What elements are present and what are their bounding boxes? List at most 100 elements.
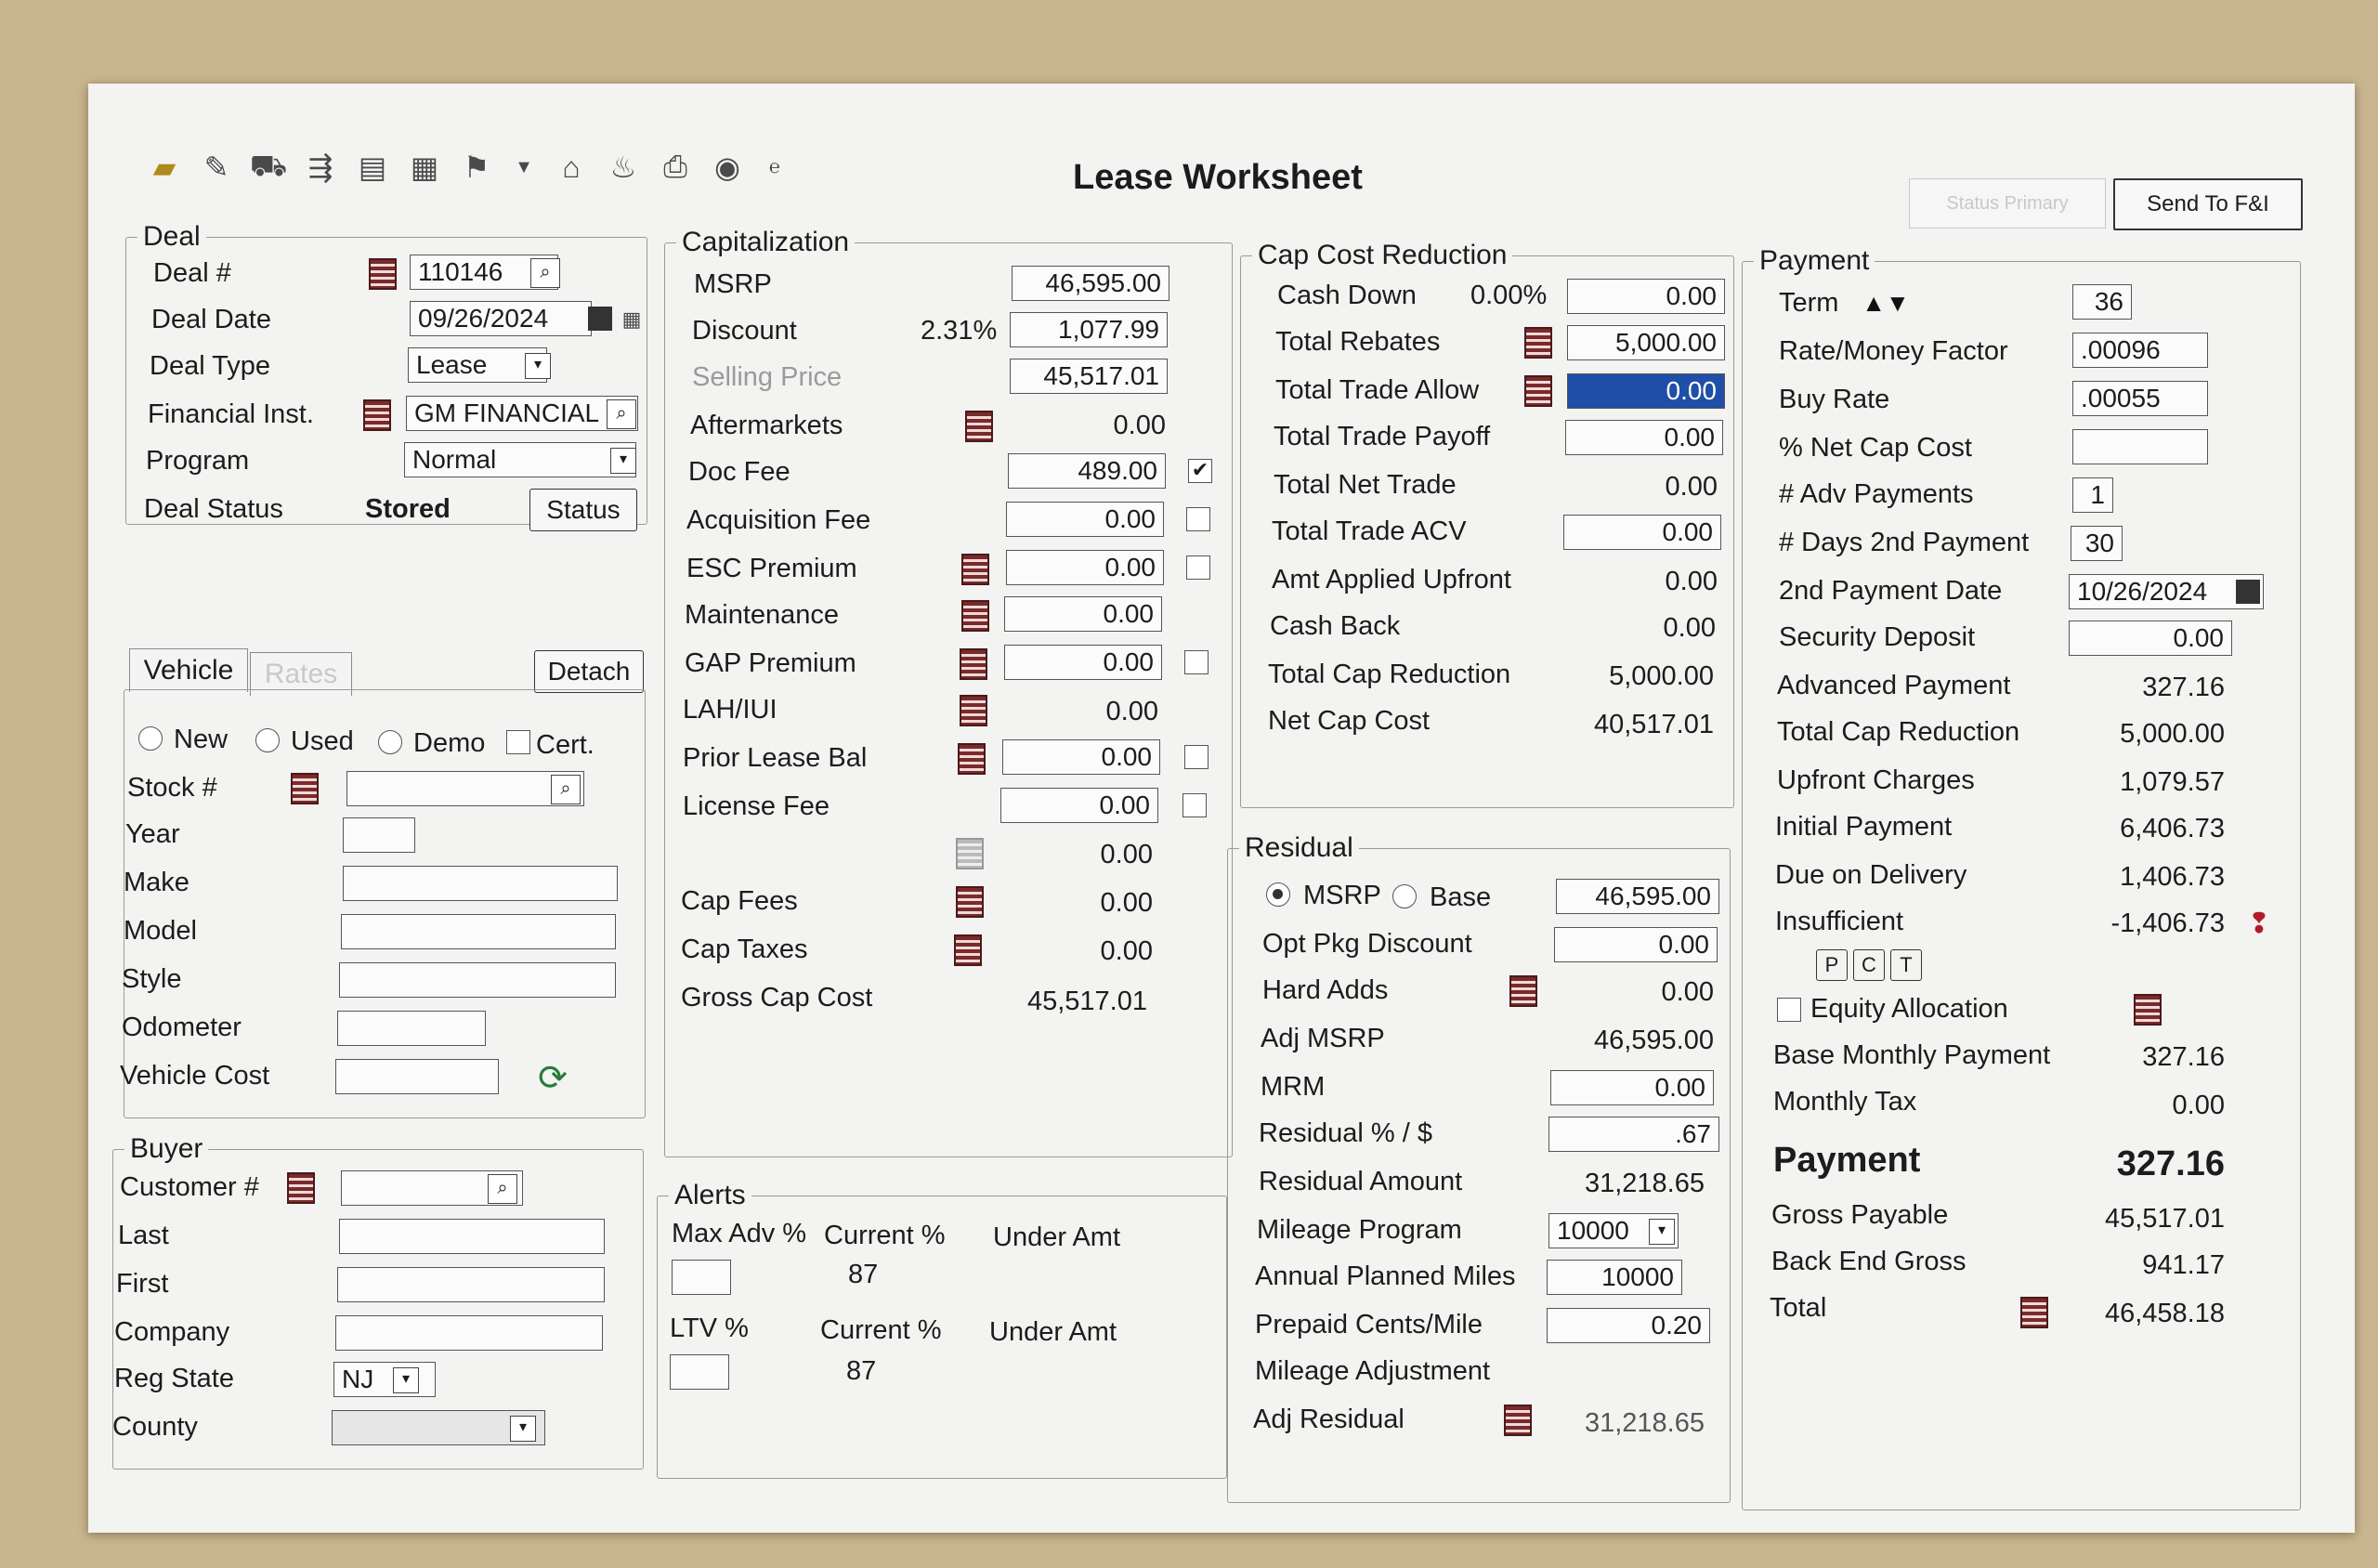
p-button[interactable]: P (1816, 949, 1848, 981)
refresh-icon[interactable]: ⟳ (532, 1057, 573, 1098)
total-trade-allow-input[interactable]: 0.00 (1567, 373, 1725, 409)
base-radio[interactable] (1392, 884, 1417, 908)
ledger-icon[interactable] (956, 886, 984, 918)
chevron-down-icon[interactable]: ▾ (525, 353, 551, 379)
search-icon[interactable]: ⌕ (488, 1174, 517, 1204)
prepaid-cents-input[interactable]: 0.20 (1547, 1308, 1710, 1343)
odometer-input[interactable] (337, 1011, 486, 1046)
residual-msrp-input[interactable]: 46,595.00 (1556, 879, 1719, 914)
style-input[interactable] (339, 962, 616, 998)
chevron-down-icon[interactable]: ▾ (393, 1367, 419, 1393)
ledger-icon[interactable] (960, 695, 987, 726)
search-icon[interactable]: ⌕ (607, 399, 636, 429)
ledger-icon[interactable] (369, 258, 397, 290)
acquisition-fee-input[interactable]: 0.00 (1006, 502, 1164, 537)
home-icon[interactable]: ⌂ (551, 147, 592, 188)
license-fee-checkbox[interactable] (1182, 793, 1207, 817)
status-primary-button[interactable]: Status Primary (1909, 178, 2106, 229)
ledger-icon[interactable] (291, 773, 319, 804)
cert-checkbox[interactable] (506, 730, 530, 754)
folder-icon[interactable]: ▰ (144, 147, 185, 188)
ledger-icon[interactable] (1524, 375, 1552, 407)
tab-vehicle[interactable]: Vehicle (129, 648, 248, 692)
acquisition-fee-checkbox[interactable] (1186, 507, 1210, 531)
send-to-fi-button[interactable]: Send To F&I (2113, 178, 2303, 230)
total-trade-payoff-input[interactable]: 0.00 (1565, 420, 1723, 455)
make-input[interactable] (343, 866, 618, 901)
gap-premium-input[interactable]: 0.00 (1004, 645, 1162, 680)
msrp-radio[interactable] (1266, 882, 1290, 907)
term-input[interactable]: 36 (2072, 284, 2132, 320)
total-trade-acv-input[interactable]: 0.00 (1563, 515, 1721, 550)
search-icon[interactable]: ⌕ (530, 258, 560, 288)
calendar-icon[interactable] (2236, 580, 2260, 604)
printer-icon[interactable]: ⎙ (655, 147, 696, 188)
financial-inst-input[interactable]: GM FINANCIAL (406, 396, 638, 431)
year-input[interactable] (343, 817, 415, 853)
signpost-icon[interactable]: ⇶ (300, 147, 341, 188)
search-icon[interactable]: ⌕ (551, 775, 581, 804)
prior-lease-bal-checkbox[interactable] (1184, 745, 1209, 769)
car-icon[interactable]: ⛟ (248, 147, 289, 188)
dropdown-arrow-icon[interactable]: ▼ (508, 147, 540, 188)
rate-money-factor-input[interactable]: .00096 (2072, 333, 2208, 368)
pin-icon[interactable]: ❢ (2243, 903, 2275, 944)
ledger-icon[interactable] (965, 411, 993, 442)
ledger-icon[interactable] (2134, 994, 2162, 1026)
chevron-down-icon[interactable]: ▾ (510, 1416, 536, 1442)
ledger-icon[interactable] (1504, 1405, 1532, 1436)
demo-radio[interactable] (378, 730, 402, 754)
prior-lease-bal-input[interactable]: 0.00 (1002, 739, 1160, 775)
chevron-down-icon[interactable]: ▾ (610, 448, 636, 474)
2nd-payment-date-input[interactable]: 10/26/2024 (2069, 574, 2264, 609)
calculator-icon[interactable]: ▦ (404, 147, 445, 188)
new-radio[interactable] (138, 726, 163, 751)
ec-icon[interactable]: ℮ (759, 147, 790, 188)
vehicle-cost-input[interactable] (335, 1059, 499, 1094)
term-up-down-icon[interactable]: ▲▼ (1853, 282, 1918, 323)
detach-button[interactable]: Detach (534, 650, 644, 693)
selling-price-input[interactable]: 45,517.01 (1010, 359, 1168, 394)
ledger-icon[interactable] (954, 934, 982, 966)
msrp-input[interactable]: 46,595.00 (1012, 266, 1169, 301)
doc-fee-checkbox[interactable]: ✔ (1188, 459, 1212, 483)
ledger-icon[interactable] (958, 743, 986, 775)
ledger-icon[interactable] (2020, 1297, 2048, 1328)
program-select[interactable]: Normal (404, 442, 636, 477)
max-adv-input[interactable] (672, 1260, 731, 1295)
mrm-input[interactable]: 0.00 (1550, 1070, 1714, 1105)
security-deposit-input[interactable]: 0.00 (2069, 621, 2232, 656)
stock-input[interactable] (346, 771, 584, 806)
discount-input[interactable]: 1,077.99 (1010, 312, 1168, 347)
license-fee-input[interactable]: 0.00 (1000, 788, 1158, 823)
opt-pkg-discount-input[interactable]: 0.00 (1554, 927, 1718, 962)
c-button[interactable]: C (1853, 949, 1885, 981)
adv-payments-input[interactable]: 1 (2072, 477, 2113, 513)
annual-planned-miles-input[interactable]: 10000 (1547, 1260, 1682, 1295)
company-input[interactable] (335, 1315, 603, 1351)
first-input[interactable] (337, 1267, 605, 1302)
model-input[interactable] (341, 914, 616, 949)
date-picker-icon[interactable]: ▦ (616, 299, 647, 340)
total-rebates-input[interactable]: 5,000.00 (1567, 325, 1725, 360)
ledger-icon[interactable] (363, 399, 391, 431)
ledger-icon[interactable] (287, 1172, 315, 1204)
maintenance-input[interactable]: 0.00 (1004, 596, 1162, 632)
residual-pct-input[interactable]: .67 (1548, 1117, 1719, 1152)
gap-premium-checkbox[interactable] (1184, 650, 1209, 674)
t-button[interactable]: T (1890, 949, 1922, 981)
equity-allocation-checkbox[interactable] (1777, 998, 1801, 1022)
pencil-icon[interactable]: ✎ (196, 147, 237, 188)
calendar-icon[interactable] (588, 307, 612, 331)
buy-rate-input[interactable]: .00055 (2072, 381, 2208, 416)
last-input[interactable] (339, 1219, 605, 1254)
flag-icon[interactable]: ⚑ (456, 147, 497, 188)
ledger-icon[interactable] (956, 838, 984, 869)
flame-icon[interactable]: ♨ (603, 147, 644, 188)
ledger-icon[interactable] (1524, 327, 1552, 359)
net-cap-cost-pct-input[interactable] (2072, 429, 2208, 464)
cash-down-input[interactable]: 0.00 (1567, 279, 1725, 314)
used-radio[interactable] (255, 728, 280, 752)
reg-state-select[interactable]: NJ (333, 1362, 436, 1397)
clipboard-icon[interactable]: ▤ (352, 147, 393, 188)
